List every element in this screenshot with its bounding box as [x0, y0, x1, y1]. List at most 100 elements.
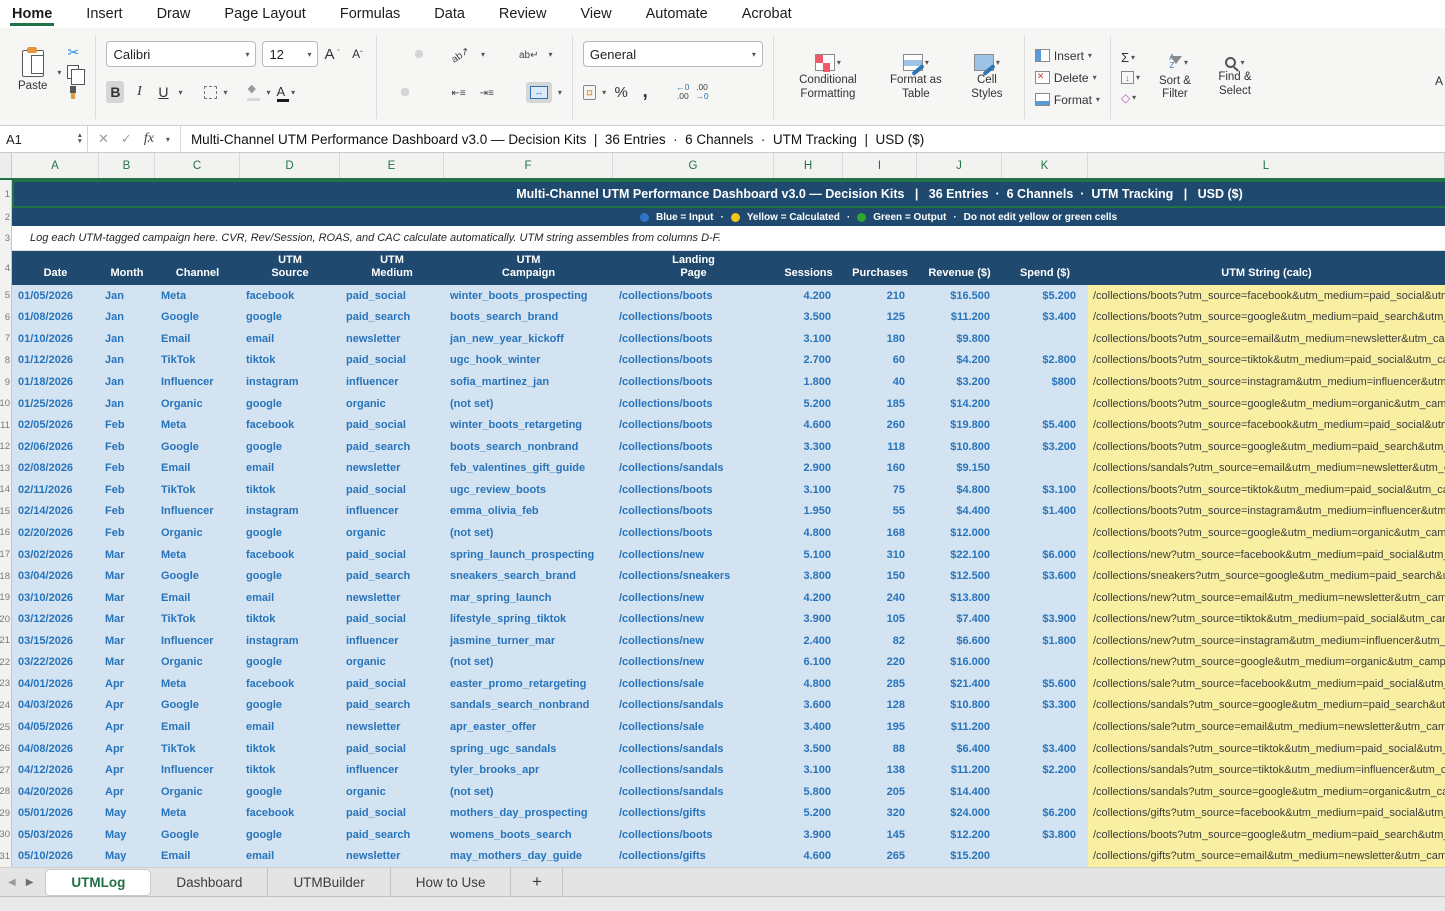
menu-automate[interactable]: Automate — [644, 2, 710, 26]
dashboard-title-cell[interactable]: Multi-Channel UTM Performance Dashboard … — [12, 180, 1445, 208]
add-sheet-button[interactable]: + — [511, 868, 563, 897]
cell-date[interactable]: 03/22/2026 — [12, 652, 99, 674]
cell-date[interactable]: 02/06/2026 — [12, 436, 99, 458]
cell-utm-source[interactable]: facebook — [240, 803, 340, 825]
cell-date[interactable]: 02/08/2026 — [12, 458, 99, 480]
font-color-dropdown[interactable]: ▾ — [291, 88, 295, 97]
cell-date[interactable]: 01/12/2026 — [12, 350, 99, 372]
cell-landing-page[interactable]: /collections/sandals — [613, 781, 774, 803]
cell-utm-medium[interactable]: paid_social — [340, 350, 444, 372]
cell-date[interactable]: 02/20/2026 — [12, 522, 99, 544]
cell-utm-source[interactable]: google — [240, 824, 340, 846]
header-landing-page[interactable]: Landing Page — [613, 251, 774, 285]
cell-month[interactable]: May — [99, 803, 155, 825]
cell-sessions[interactable]: 5.800 — [774, 781, 843, 803]
format-as-table-button[interactable]: ▾ Format as Table — [882, 52, 950, 102]
cell-utm-string[interactable]: /collections/sandals?utm_source=google&u… — [1088, 781, 1445, 803]
cell-date[interactable]: 05/01/2026 — [12, 803, 99, 825]
cell-landing-page[interactable]: /collections/sandals — [613, 695, 774, 717]
cell-utm-source[interactable]: tiktok — [240, 738, 340, 760]
cell-landing-page[interactable]: /collections/boots — [613, 285, 774, 307]
cell-utm-string[interactable]: /collections/boots?utm_source=facebook&u… — [1088, 414, 1445, 436]
row-number[interactable]: 28 — [0, 781, 12, 803]
header-revenue[interactable]: Revenue ($) — [917, 251, 1002, 285]
header-utm-campaign[interactable]: UTM Campaign — [444, 251, 613, 285]
cell-utm-medium[interactable]: influencer — [340, 501, 444, 523]
cell-purchases[interactable]: 125 — [843, 307, 917, 329]
cell-sessions[interactable]: 3.100 — [774, 328, 843, 350]
cell-channel[interactable]: Organic — [155, 393, 240, 415]
row-number[interactable]: 31 — [0, 846, 12, 868]
cell-date[interactable]: 01/18/2026 — [12, 371, 99, 393]
cell-revenue[interactable]: $15.200 — [917, 846, 1002, 868]
cell-utm-campaign[interactable]: (not set) — [444, 652, 613, 674]
cell-channel[interactable]: Organic — [155, 781, 240, 803]
accounting-format-icon[interactable]: ¤ — [583, 85, 596, 100]
cell-utm-source[interactable]: email — [240, 458, 340, 480]
fill-color-icon[interactable] — [247, 86, 260, 98]
cell-month[interactable]: Mar — [99, 587, 155, 609]
cell-channel[interactable]: Influencer — [155, 501, 240, 523]
cell-landing-page[interactable]: /collections/sale — [613, 716, 774, 738]
cell-channel[interactable]: Meta — [155, 544, 240, 566]
cell-revenue[interactable]: $12.500 — [917, 565, 1002, 587]
cancel-icon[interactable]: ✕ — [98, 131, 109, 147]
cell-spend[interactable]: $3.800 — [1002, 824, 1088, 846]
cell-utm-string[interactable]: /collections/sandals?utm_source=tiktok&u… — [1088, 759, 1445, 781]
cell-spend[interactable]: $3.400 — [1002, 307, 1088, 329]
cell-utm-campaign[interactable]: spring_launch_prospecting — [444, 544, 613, 566]
cell-utm-source[interactable]: google — [240, 781, 340, 803]
column-header-g[interactable]: G — [613, 153, 774, 178]
cell-sessions[interactable]: 3.100 — [774, 759, 843, 781]
instructions-cell[interactable]: Log each UTM-tagged campaign here. CVR, … — [12, 226, 1445, 251]
cell-spend[interactable] — [1002, 522, 1088, 544]
column-header-c[interactable]: C — [155, 153, 240, 178]
row-number[interactable]: 26 — [0, 738, 12, 760]
fill-color-dropdown[interactable]: ▾ — [266, 88, 270, 97]
cell-channel[interactable]: Email — [155, 846, 240, 868]
cell-revenue[interactable]: $4.800 — [917, 479, 1002, 501]
cell-month[interactable]: Mar — [99, 608, 155, 630]
cell-utm-medium[interactable]: paid_social — [340, 738, 444, 760]
cell-spend[interactable]: $800 — [1002, 371, 1088, 393]
cell-sessions[interactable]: 4.800 — [774, 522, 843, 544]
font-size-select[interactable]: 12▾ — [262, 41, 318, 67]
cell-month[interactable]: May — [99, 846, 155, 868]
cell-utm-string[interactable]: /collections/sale?utm_source=email&utm_m… — [1088, 716, 1445, 738]
cell-month[interactable]: Jan — [99, 307, 155, 329]
clear-button[interactable]: ◇▾ — [1121, 89, 1140, 107]
cell-utm-campaign[interactable]: sneakers_search_brand — [444, 565, 613, 587]
cell-purchases[interactable]: 145 — [843, 824, 917, 846]
cell-spend[interactable]: $3.900 — [1002, 608, 1088, 630]
cell-purchases[interactable]: 310 — [843, 544, 917, 566]
cell-date[interactable]: 03/12/2026 — [12, 608, 99, 630]
prev-sheet-icon[interactable]: ◀ — [8, 877, 16, 888]
cell-landing-page[interactable]: /collections/new — [613, 587, 774, 609]
cell-purchases[interactable]: 320 — [843, 803, 917, 825]
cell-utm-campaign[interactable]: mar_spring_launch — [444, 587, 613, 609]
cell-landing-page[interactable]: /collections/boots — [613, 501, 774, 523]
cell-channel[interactable]: Meta — [155, 803, 240, 825]
fill-button[interactable]: ↓▾ — [1121, 69, 1140, 87]
paste-dropdown[interactable]: ▾ — [57, 68, 61, 77]
cell-month[interactable]: Jan — [99, 328, 155, 350]
cell-revenue[interactable]: $10.800 — [917, 436, 1002, 458]
cell-spend[interactable]: $3.200 — [1002, 436, 1088, 458]
menu-review[interactable]: Review — [497, 2, 549, 26]
menu-page-layout[interactable]: Page Layout — [222, 2, 307, 26]
cell-channel[interactable]: Google — [155, 307, 240, 329]
row-number[interactable]: 19 — [0, 587, 12, 609]
cell-channel[interactable]: TikTok — [155, 608, 240, 630]
cell-month[interactable]: Apr — [99, 673, 155, 695]
align-right-button[interactable] — [415, 88, 423, 96]
cell-purchases[interactable]: 60 — [843, 350, 917, 372]
cell-utm-string[interactable]: /collections/sandals?utm_source=tiktok&u… — [1088, 738, 1445, 760]
row-number[interactable]: 3 — [0, 226, 12, 251]
row-number[interactable]: 14 — [0, 479, 12, 501]
cell-revenue[interactable]: $6.400 — [917, 738, 1002, 760]
cell-sessions[interactable]: 3.600 — [774, 695, 843, 717]
cell-utm-source[interactable]: email — [240, 328, 340, 350]
cell-date[interactable]: 04/08/2026 — [12, 738, 99, 760]
cell-channel[interactable]: Google — [155, 695, 240, 717]
cell-purchases[interactable]: 160 — [843, 458, 917, 480]
